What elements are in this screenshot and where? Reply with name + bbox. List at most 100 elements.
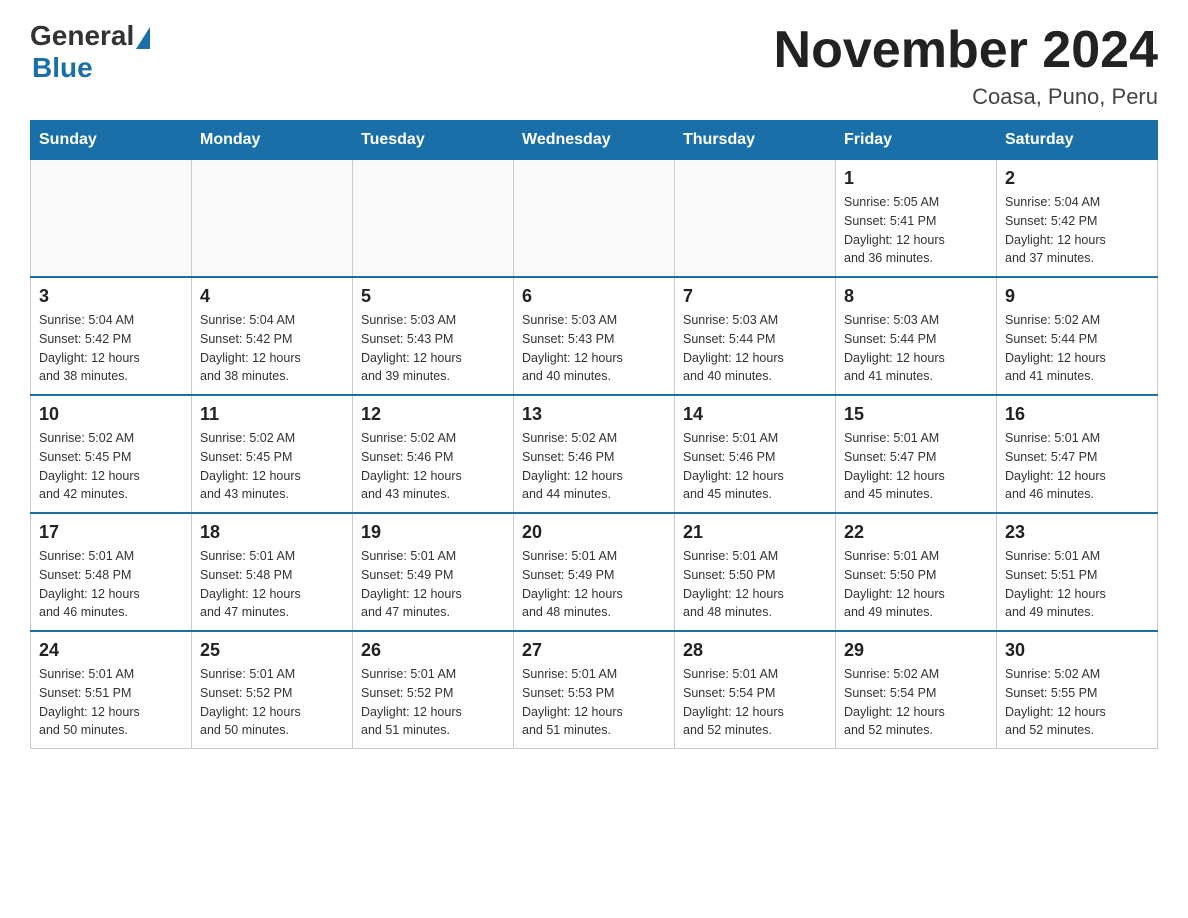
calendar-day-cell: 5 Sunrise: 5:03 AM Sunset: 5:43 PM Daylig… <box>353 277 514 395</box>
calendar-table: SundayMondayTuesdayWednesdayThursdayFrid… <box>30 120 1158 749</box>
calendar-day-cell: 18 Sunrise: 5:01 AM Sunset: 5:48 PM Dayli… <box>192 513 353 631</box>
calendar-week-row: 1 Sunrise: 5:05 AM Sunset: 5:41 PM Daylig… <box>31 160 1158 278</box>
day-number: 7 <box>683 286 827 307</box>
day-number: 17 <box>39 522 183 543</box>
day-info: Sunrise: 5:01 AM Sunset: 5:47 PM Dayligh… <box>844 429 988 504</box>
calendar-day-cell: 15 Sunrise: 5:01 AM Sunset: 5:47 PM Dayli… <box>836 395 997 513</box>
day-number: 19 <box>361 522 505 543</box>
day-number: 27 <box>522 640 666 661</box>
calendar-day-cell: 21 Sunrise: 5:01 AM Sunset: 5:50 PM Dayli… <box>675 513 836 631</box>
day-info: Sunrise: 5:02 AM Sunset: 5:46 PM Dayligh… <box>361 429 505 504</box>
logo-blue-text: Blue <box>32 52 93 84</box>
day-info: Sunrise: 5:02 AM Sunset: 5:44 PM Dayligh… <box>1005 311 1149 386</box>
calendar-day-cell: 17 Sunrise: 5:01 AM Sunset: 5:48 PM Dayli… <box>31 513 192 631</box>
calendar-day-cell: 22 Sunrise: 5:01 AM Sunset: 5:50 PM Dayli… <box>836 513 997 631</box>
calendar-day-cell: 27 Sunrise: 5:01 AM Sunset: 5:53 PM Dayli… <box>514 631 675 749</box>
day-number: 29 <box>844 640 988 661</box>
day-info: Sunrise: 5:02 AM Sunset: 5:46 PM Dayligh… <box>522 429 666 504</box>
day-number: 18 <box>200 522 344 543</box>
weekday-header: Friday <box>836 121 997 160</box>
calendar-day-cell: 8Sunrise: 5:03 AM Sunset: 5:44 PM Daylig… <box>836 277 997 395</box>
day-info: Sunrise: 5:01 AM Sunset: 5:52 PM Dayligh… <box>361 665 505 740</box>
calendar-day-cell: 2 Sunrise: 5:04 AM Sunset: 5:42 PM Daylig… <box>997 160 1158 278</box>
day-info: Sunrise: 5:01 AM Sunset: 5:52 PM Dayligh… <box>200 665 344 740</box>
day-info: Sunrise: 5:01 AM Sunset: 5:50 PM Dayligh… <box>844 547 988 622</box>
day-info: Sunrise: 5:04 AM Sunset: 5:42 PM Dayligh… <box>1005 193 1149 268</box>
weekday-header: Saturday <box>997 121 1158 160</box>
day-number: 23 <box>1005 522 1149 543</box>
calendar-week-row: 3 Sunrise: 5:04 AM Sunset: 5:42 PM Daylig… <box>31 277 1158 395</box>
day-info: Sunrise: 5:05 AM Sunset: 5:41 PM Dayligh… <box>844 193 988 268</box>
logo-triangle-icon <box>136 27 150 49</box>
day-number: 2 <box>1005 168 1149 189</box>
location-title: Coasa, Puno, Peru <box>774 84 1158 110</box>
calendar-day-cell: 1 Sunrise: 5:05 AM Sunset: 5:41 PM Daylig… <box>836 160 997 278</box>
day-number: 24 <box>39 640 183 661</box>
calendar-day-cell <box>31 160 192 278</box>
day-number: 21 <box>683 522 827 543</box>
calendar-day-cell: 7 Sunrise: 5:03 AM Sunset: 5:44 PM Daylig… <box>675 277 836 395</box>
day-number: 3 <box>39 286 183 307</box>
weekday-header: Thursday <box>675 121 836 160</box>
weekday-header: Tuesday <box>353 121 514 160</box>
calendar-day-cell: 23 Sunrise: 5:01 AM Sunset: 5:51 PM Dayli… <box>997 513 1158 631</box>
day-number: 5 <box>361 286 505 307</box>
calendar-day-cell: 29Sunrise: 5:02 AM Sunset: 5:54 PM Dayli… <box>836 631 997 749</box>
day-info: Sunrise: 5:01 AM Sunset: 5:54 PM Dayligh… <box>683 665 827 740</box>
day-number: 22 <box>844 522 988 543</box>
day-info: Sunrise: 5:01 AM Sunset: 5:51 PM Dayligh… <box>1005 547 1149 622</box>
calendar-day-cell <box>192 160 353 278</box>
calendar-day-cell: 10Sunrise: 5:02 AM Sunset: 5:45 PM Dayli… <box>31 395 192 513</box>
calendar-day-cell: 6Sunrise: 5:03 AM Sunset: 5:43 PM Daylig… <box>514 277 675 395</box>
day-number: 4 <box>200 286 344 307</box>
logo-general-text: General <box>30 20 134 52</box>
day-info: Sunrise: 5:01 AM Sunset: 5:50 PM Dayligh… <box>683 547 827 622</box>
day-info: Sunrise: 5:04 AM Sunset: 5:42 PM Dayligh… <box>200 311 344 386</box>
day-number: 28 <box>683 640 827 661</box>
calendar-day-cell: 12Sunrise: 5:02 AM Sunset: 5:46 PM Dayli… <box>353 395 514 513</box>
weekday-header: Monday <box>192 121 353 160</box>
day-info: Sunrise: 5:01 AM Sunset: 5:51 PM Dayligh… <box>39 665 183 740</box>
day-number: 10 <box>39 404 183 425</box>
day-number: 14 <box>683 404 827 425</box>
calendar-day-cell: 3Sunrise: 5:04 AM Sunset: 5:42 PM Daylig… <box>31 277 192 395</box>
day-info: Sunrise: 5:02 AM Sunset: 5:45 PM Dayligh… <box>200 429 344 504</box>
day-info: Sunrise: 5:03 AM Sunset: 5:43 PM Dayligh… <box>361 311 505 386</box>
calendar-day-cell <box>514 160 675 278</box>
weekday-header: Sunday <box>31 121 192 160</box>
day-info: Sunrise: 5:01 AM Sunset: 5:48 PM Dayligh… <box>200 547 344 622</box>
day-info: Sunrise: 5:01 AM Sunset: 5:53 PM Dayligh… <box>522 665 666 740</box>
calendar-day-cell: 19 Sunrise: 5:01 AM Sunset: 5:49 PM Dayli… <box>353 513 514 631</box>
day-number: 1 <box>844 168 988 189</box>
calendar-week-row: 24 Sunrise: 5:01 AM Sunset: 5:51 PM Dayli… <box>31 631 1158 749</box>
day-info: Sunrise: 5:01 AM Sunset: 5:49 PM Dayligh… <box>361 547 505 622</box>
day-number: 15 <box>844 404 988 425</box>
calendar-week-row: 17 Sunrise: 5:01 AM Sunset: 5:48 PM Dayli… <box>31 513 1158 631</box>
day-number: 16 <box>1005 404 1149 425</box>
day-info: Sunrise: 5:01 AM Sunset: 5:46 PM Dayligh… <box>683 429 827 504</box>
calendar-day-cell: 24 Sunrise: 5:01 AM Sunset: 5:51 PM Dayli… <box>31 631 192 749</box>
calendar-day-cell: 11 Sunrise: 5:02 AM Sunset: 5:45 PM Dayli… <box>192 395 353 513</box>
day-number: 11 <box>200 404 344 425</box>
calendar-day-cell: 4 Sunrise: 5:04 AM Sunset: 5:42 PM Daylig… <box>192 277 353 395</box>
calendar-day-cell: 16 Sunrise: 5:01 AM Sunset: 5:47 PM Dayli… <box>997 395 1158 513</box>
calendar-day-cell <box>675 160 836 278</box>
calendar-day-cell <box>353 160 514 278</box>
logo: General Blue <box>30 20 150 84</box>
day-number: 25 <box>200 640 344 661</box>
day-info: Sunrise: 5:01 AM Sunset: 5:48 PM Dayligh… <box>39 547 183 622</box>
day-info: Sunrise: 5:01 AM Sunset: 5:47 PM Dayligh… <box>1005 429 1149 504</box>
day-number: 8 <box>844 286 988 307</box>
calendar-day-cell: 28 Sunrise: 5:01 AM Sunset: 5:54 PM Dayli… <box>675 631 836 749</box>
day-number: 9 <box>1005 286 1149 307</box>
month-title: November 2024 <box>774 20 1158 80</box>
day-info: Sunrise: 5:03 AM Sunset: 5:44 PM Dayligh… <box>683 311 827 386</box>
day-info: Sunrise: 5:03 AM Sunset: 5:43 PM Dayligh… <box>522 311 666 386</box>
calendar-day-cell: 30Sunrise: 5:02 AM Sunset: 5:55 PM Dayli… <box>997 631 1158 749</box>
weekday-header: Wednesday <box>514 121 675 160</box>
title-section: November 2024 Coasa, Puno, Peru <box>774 20 1158 110</box>
calendar-day-cell: 20Sunrise: 5:01 AM Sunset: 5:49 PM Dayli… <box>514 513 675 631</box>
page-header: General Blue November 2024 Coasa, Puno, … <box>30 20 1158 110</box>
day-info: Sunrise: 5:01 AM Sunset: 5:49 PM Dayligh… <box>522 547 666 622</box>
calendar-day-cell: 13Sunrise: 5:02 AM Sunset: 5:46 PM Dayli… <box>514 395 675 513</box>
